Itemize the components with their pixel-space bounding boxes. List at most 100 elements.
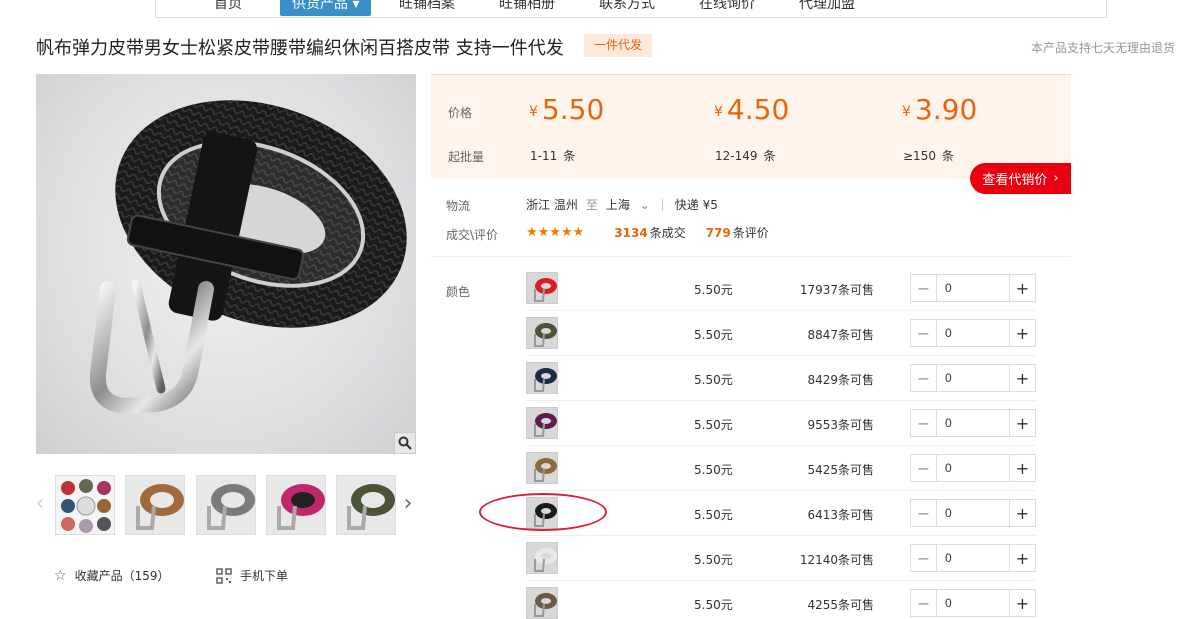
thumbnail-4[interactable]: [266, 475, 326, 535]
reviews-count[interactable]: 779 条评价: [706, 224, 769, 241]
quantity-stepper: − +: [910, 454, 1036, 482]
thumb-next-arrow[interactable]: ›: [400, 488, 416, 518]
sku-row: 5.50元 5425条可售 − +: [526, 446, 1036, 491]
quantity-input[interactable]: [937, 320, 1009, 346]
sku-price: 5.50元: [694, 373, 733, 387]
nav-inquiry[interactable]: 在线询价: [699, 0, 755, 16]
dropship-badge: 一件代发: [584, 34, 653, 57]
sku-price: 5.50元: [694, 328, 733, 342]
increase-button[interactable]: +: [1009, 365, 1035, 391]
rating-row: ★★★★★ 3134 条成交 779 条评价: [526, 224, 769, 241]
thumbnail-1[interactable]: [55, 475, 115, 535]
quantity-input[interactable]: [937, 455, 1009, 481]
sku-row: 5.50元 12140条可售 − +: [526, 536, 1036, 581]
sku-color-swatch[interactable]: [526, 272, 558, 304]
quantity-input[interactable]: [937, 275, 1009, 301]
sku-row: 5.50元 4255条可售 − +: [526, 581, 1036, 619]
sku-price: 5.50元: [694, 418, 733, 432]
zoom-button[interactable]: [394, 432, 416, 454]
qr-code-icon: [216, 567, 232, 584]
quantity-stepper: − +: [910, 544, 1036, 572]
sku-color-swatch[interactable]: [526, 317, 558, 349]
sku-color-swatch[interactable]: [526, 407, 558, 439]
sku-color-swatch[interactable]: [526, 362, 558, 394]
nav-shop-album[interactable]: 旺铺相册: [499, 0, 555, 16]
sku-stock: 8847条可售: [807, 328, 874, 342]
sku-row: 5.50元 17937条可售 − +: [526, 266, 1036, 311]
sku-color-swatch[interactable]: [526, 587, 558, 619]
chevron-right-icon: ›: [1053, 171, 1059, 186]
deals-reviews-label: 成交\评价: [446, 228, 499, 242]
decrease-button[interactable]: −: [911, 500, 937, 526]
thumbnail-3[interactable]: [196, 475, 256, 535]
price-tier-3: ¥3.90: [902, 93, 978, 126]
nav-products[interactable]: 供货产品 ▾: [280, 0, 372, 16]
quantity-input[interactable]: [937, 500, 1009, 526]
decrease-button[interactable]: −: [911, 455, 937, 481]
sku-color-swatch[interactable]: [526, 542, 558, 574]
increase-button[interactable]: +: [1009, 410, 1035, 436]
quantity-stepper: − +: [910, 319, 1036, 347]
sku-price: 5.50元: [694, 553, 733, 567]
sku-row: 5.50元 9553条可售 − +: [526, 401, 1036, 446]
favorite-product[interactable]: ☆ 收藏产品（159）: [54, 567, 169, 584]
magnifier-icon: [398, 436, 412, 450]
favorite-label: 收藏产品（159）: [74, 569, 170, 583]
quantity-input[interactable]: [937, 410, 1009, 436]
price-box: 价格 起批量 ¥5.50 1-11 条 ¥4.50 12-149 条 ¥3.90 ≥…: [431, 74, 1071, 179]
sku-stock: 6413条可售: [807, 508, 874, 522]
divider-line: [431, 256, 1071, 257]
color-label: 颜色: [446, 285, 471, 299]
increase-button[interactable]: +: [1009, 320, 1035, 346]
thumbnail-2[interactable]: [125, 475, 185, 535]
decrease-button[interactable]: −: [911, 590, 937, 616]
main-product-image[interactable]: [36, 74, 416, 454]
divider: [661, 198, 663, 211]
view-agent-price-button[interactable]: 查看代销价 ›: [970, 163, 1071, 194]
increase-button[interactable]: +: [1009, 455, 1035, 481]
quantity-stepper: − +: [910, 274, 1036, 302]
return-policy-note: 本产品支持七天无理由退货: [1030, 41, 1175, 55]
mobile-order-label: 手机下单: [240, 569, 289, 583]
sku-color-swatch[interactable]: [526, 452, 558, 484]
decrease-button[interactable]: −: [911, 275, 937, 301]
thumbnail-5[interactable]: [336, 475, 396, 535]
belt-illustration: [89, 100, 407, 415]
increase-button[interactable]: +: [1009, 590, 1035, 616]
quantity-stepper: − +: [910, 409, 1036, 437]
nav-home[interactable]: 首页: [214, 0, 242, 16]
sku-stock: 8429条可售: [807, 373, 874, 387]
ship-from: 浙江 温州: [526, 198, 578, 212]
sku-price: 5.50元: [694, 508, 733, 522]
product-title: 帆布弹力皮带男女士松紧皮带腰带编织休闲百搭皮带 支持一件代发: [36, 38, 564, 59]
sku-stock: 9553条可售: [807, 418, 874, 432]
express-fee: 快递 ¥5: [674, 198, 718, 212]
thumb-prev-arrow[interactable]: ‹: [32, 488, 48, 518]
nav-shop-profile[interactable]: 旺铺档案: [399, 0, 455, 16]
logistics-label: 物流: [446, 199, 471, 213]
top-nav: 首页 供货产品 ▾ 旺铺档案 旺铺相册 联系方式 在线询价 代理加盟: [155, 0, 1107, 18]
decrease-button[interactable]: −: [911, 365, 937, 391]
thumbnail-pink-belt: [267, 476, 325, 534]
quantity-input[interactable]: [937, 590, 1009, 616]
thumbnail-multicolor-belts: [56, 476, 114, 534]
chevron-down-icon: ⌄: [639, 198, 650, 212]
deals-count[interactable]: 3134 条成交: [614, 224, 685, 241]
quantity-input[interactable]: [937, 545, 1009, 571]
increase-button[interactable]: +: [1009, 545, 1035, 571]
sku-row: 5.50元 8429条可售 − +: [526, 356, 1036, 401]
sku-price: 5.50元: [694, 598, 733, 612]
increase-button[interactable]: +: [1009, 500, 1035, 526]
mobile-order[interactable]: 手机下单: [216, 567, 288, 584]
quantity-stepper: − +: [910, 499, 1036, 527]
nav-agency[interactable]: 代理加盟: [799, 0, 855, 16]
decrease-button[interactable]: −: [911, 320, 937, 346]
sku-stock: 5425条可售: [807, 463, 874, 477]
decrease-button[interactable]: −: [911, 410, 937, 436]
nav-contact[interactable]: 联系方式: [599, 0, 655, 16]
ship-to-select[interactable]: 上海 ⌄: [606, 196, 650, 213]
to-word: 至: [585, 198, 598, 212]
increase-button[interactable]: +: [1009, 275, 1035, 301]
decrease-button[interactable]: −: [911, 545, 937, 571]
quantity-input[interactable]: [937, 365, 1009, 391]
